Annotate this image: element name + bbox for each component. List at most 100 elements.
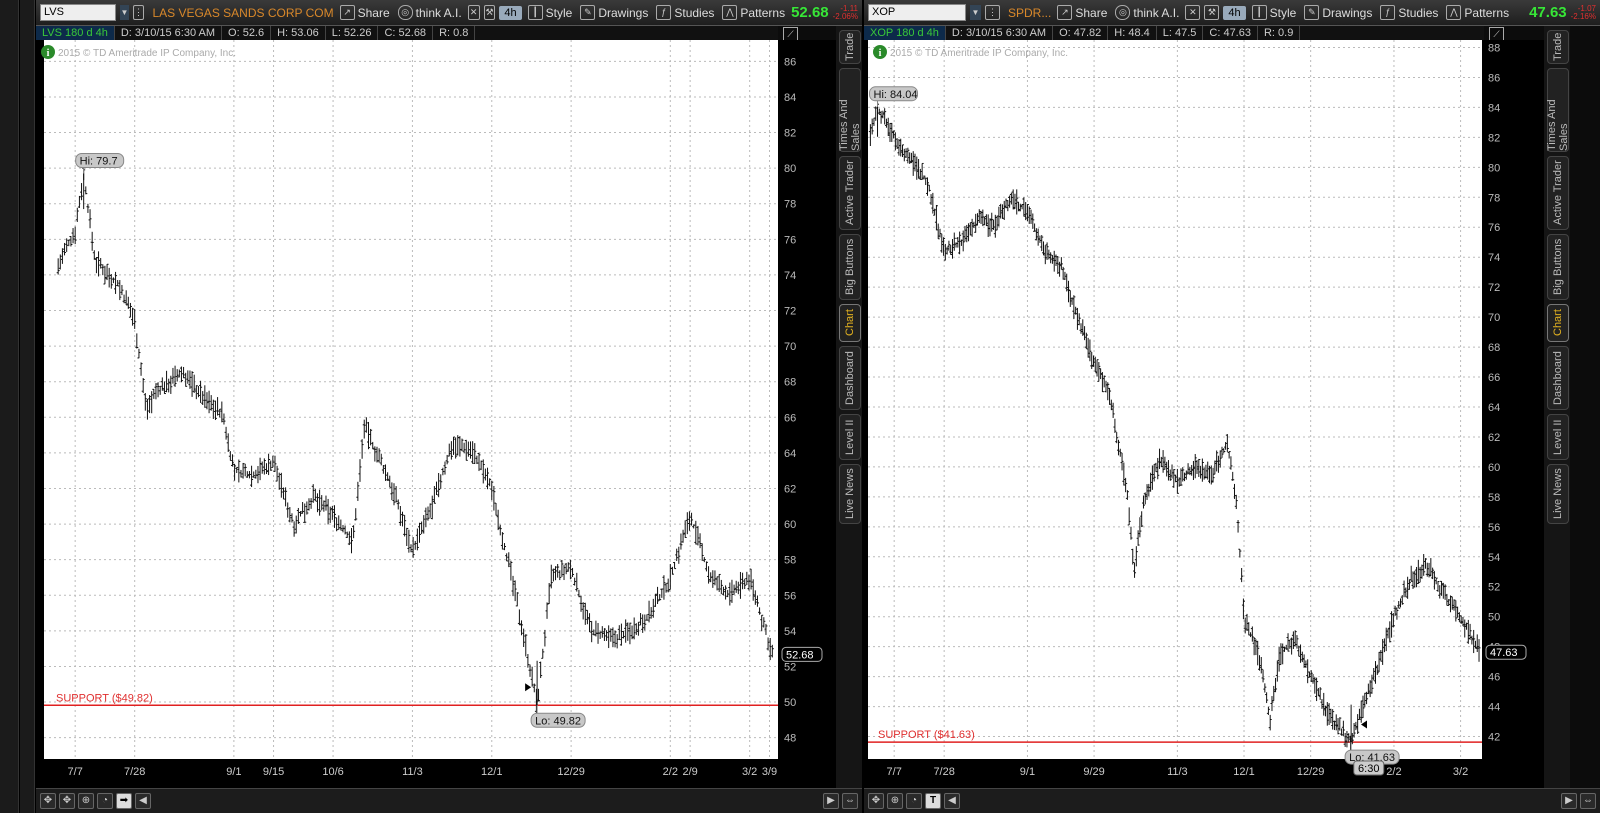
comment-icon[interactable]: ◔ — [97, 793, 113, 809]
x-tick-label: 2/2 — [663, 766, 678, 778]
share-label: Share — [357, 5, 390, 20]
zoom-in-icon[interactable]: ⊕ — [887, 793, 903, 809]
zoom-in-icon[interactable]: ⊕ — [78, 793, 94, 809]
patterns-icon: ⋀ — [722, 5, 738, 20]
bar-range: R: 0.8 — [433, 26, 476, 40]
lvs-chart[interactable]: 48 50 52 54 56 58 60 62 64 66 68 70 72 74 76 78 80 82 84 86… — [36, 40, 836, 789]
support-label: SUPPORT ($41.63) — [878, 729, 975, 741]
style-button[interactable]: ┃ Style — [526, 5, 575, 20]
side-tab-live-news[interactable]: Live News — [839, 464, 861, 524]
last-price-label: 47.63 — [1490, 647, 1518, 659]
link-icon[interactable]: ⋮ — [132, 5, 145, 20]
share-button[interactable]: ↗ Share — [1055, 5, 1109, 20]
side-tab-active-trader[interactable]: Active Trader — [839, 156, 861, 230]
crosshair-icon[interactable]: ✕ — [1185, 5, 1201, 20]
brain-icon: ◎ — [1115, 5, 1131, 20]
scroll-right-icon[interactable]: ▶ — [1561, 793, 1577, 809]
y-tick-label: 52 — [1488, 582, 1500, 594]
patterns-icon: ⋀ — [1446, 5, 1462, 20]
y-tick-label: 70 — [1488, 312, 1500, 324]
bar-close: C: 47.63 — [1203, 26, 1258, 40]
right-chart-pane: XOP ▼ ⋮ SPDR... ↗ Share ◎ think A.I. ✕ ⚒ 4… — [864, 0, 1600, 813]
collapsed-pane-strip[interactable] — [20, 0, 35, 813]
chart-settings-label[interactable]: XOP 180 d 4h — [864, 26, 946, 40]
studies-icon: ƒ — [1380, 5, 1396, 20]
chart-settings-label[interactable]: LVS 180 d 4h — [36, 26, 115, 40]
expand-icon[interactable]: ⇔ — [842, 793, 858, 809]
aggregation-selector[interactable]: 4h — [1223, 5, 1246, 20]
think-ai-button[interactable]: ◎ think A.I. — [396, 5, 464, 20]
style-button[interactable]: ┃ Style — [1250, 5, 1299, 20]
studies-button[interactable]: ƒ Studies — [654, 5, 716, 20]
drawings-button[interactable]: ✎ Drawings — [578, 5, 650, 20]
y-tick-label: 54 — [1488, 552, 1500, 564]
symbol-input[interactable]: LVS — [40, 4, 117, 21]
think-ai-button[interactable]: ◎ think A.I. — [1113, 5, 1181, 20]
aggregation-selector[interactable]: 4h — [499, 5, 522, 20]
share-label: Share — [1075, 5, 1108, 20]
expand-icon[interactable]: ⇔ — [1580, 793, 1596, 809]
x-tick-label: 9/15 — [263, 766, 284, 778]
side-tab-dashboard[interactable]: Dashboard — [839, 346, 861, 410]
share-button[interactable]: ↗ Share — [338, 5, 392, 20]
y-tick-label: 70 — [784, 341, 796, 353]
brain-icon: ◎ — [397, 5, 413, 20]
x-tick-label: 11/3 — [1167, 766, 1188, 778]
xop-chart[interactable]: 4244464850525456586062646668707274767880… — [864, 40, 1544, 789]
text-tool-icon[interactable]: T — [925, 793, 941, 809]
low-label: Lo: 49.82 — [535, 715, 581, 727]
x-tick-label: 2/9 — [682, 766, 697, 778]
studies-button[interactable]: ƒ Studies — [1378, 5, 1440, 20]
side-tab-trade[interactable]: Trade — [839, 30, 861, 64]
scroll-right-icon[interactable]: ▶ — [823, 793, 839, 809]
side-tab-big-buttons[interactable]: Big Buttons — [1547, 234, 1569, 300]
last-price: 52.68 — [791, 4, 829, 21]
plot-area — [44, 40, 778, 759]
bar-close: C: 52.68 — [378, 26, 434, 40]
share-icon: ↗ — [1057, 5, 1073, 20]
drawings-button[interactable]: ✎ Drawings — [1302, 5, 1374, 20]
side-tab-live-news[interactable]: Live News — [1547, 464, 1569, 524]
side-tab-times-and-sales[interactable]: Times And Sales — [1546, 68, 1570, 152]
bar-open: O: 52.6 — [222, 26, 272, 40]
patterns-label: Patterns — [740, 5, 786, 20]
collapsed-pane-strip[interactable] — [0, 0, 19, 813]
wrench-icon[interactable]: ⚒ — [1204, 5, 1220, 20]
side-tab-trade[interactable]: Trade — [1547, 30, 1569, 64]
side-tab-big-buttons[interactable]: Big Buttons — [839, 234, 861, 300]
pan-icon[interactable]: ✥ — [40, 793, 56, 809]
y-tick-label: 60 — [1488, 462, 1500, 474]
symbol-input[interactable]: XOP — [868, 4, 966, 21]
last-price-label: 52.68 — [786, 649, 814, 661]
price-change: -1.11 -2.06% — [833, 4, 858, 21]
comment-icon[interactable]: ◔ — [906, 793, 922, 809]
pencil-icon: ✎ — [1304, 5, 1320, 20]
patterns-button[interactable]: ⋀ Patterns — [1444, 5, 1511, 20]
last-price: 47.63 — [1529, 4, 1567, 21]
move-icon[interactable]: ✥ — [59, 793, 75, 809]
pan-icon[interactable]: ✥ — [868, 793, 884, 809]
company-name: LAS VEGAS SANDS CORP COM — [152, 5, 334, 20]
side-tab-active-trader[interactable]: Active Trader — [1547, 156, 1569, 230]
arrow-right-icon[interactable]: ➡ — [116, 793, 132, 809]
wrench-icon[interactable]: ⚒ — [483, 5, 496, 20]
x-tick-label: 9/29 — [1083, 766, 1104, 778]
chevron-down-icon[interactable]: ▼ — [120, 5, 129, 20]
side-tab-dashboard[interactable]: Dashboard — [1547, 346, 1569, 410]
patterns-button[interactable]: ⋀ Patterns — [720, 5, 787, 20]
style-label: Style — [545, 5, 573, 20]
chevron-down-icon[interactable]: ▼ — [970, 5, 981, 20]
time-badge-label: 6:30 — [1358, 763, 1379, 775]
studies-label: Studies — [1398, 5, 1439, 20]
side-tab-chart[interactable]: Chart — [839, 304, 861, 342]
crosshair-icon[interactable]: ✕ — [467, 5, 480, 20]
side-tab-level-ii[interactable]: Level II — [839, 414, 861, 460]
scroll-left-icon[interactable]: ◀ — [944, 793, 960, 809]
y-tick-label: 68 — [784, 377, 796, 389]
side-tab-level-ii[interactable]: Level II — [1547, 414, 1569, 460]
link-icon[interactable]: ⋮ — [985, 5, 1000, 20]
side-tab-chart[interactable]: Chart — [1547, 304, 1569, 342]
x-tick-label: 10/6 — [322, 766, 343, 778]
side-tab-times-and-sales[interactable]: Times And Sales — [838, 68, 862, 152]
scroll-left-icon[interactable]: ◀ — [135, 793, 151, 809]
